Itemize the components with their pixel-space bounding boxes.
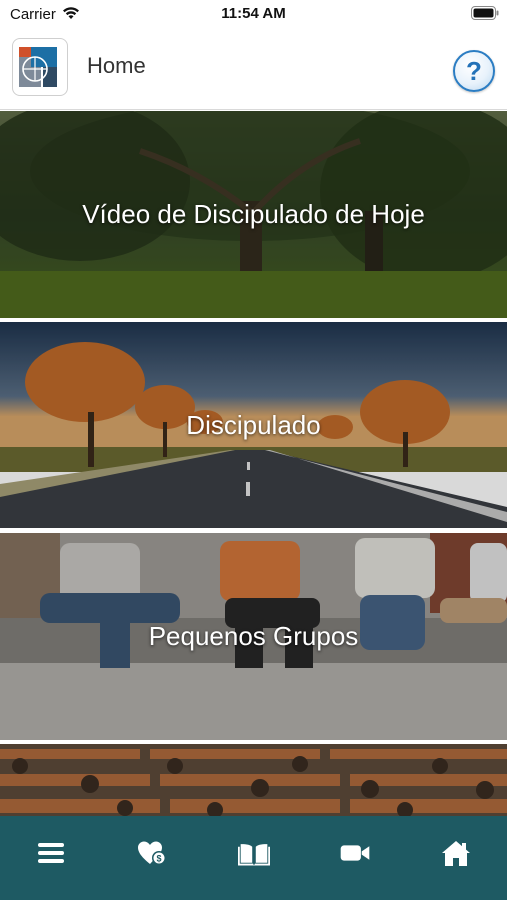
- tile-discipleship[interactable]: Discipulado: [0, 322, 507, 528]
- page-title: Home: [87, 53, 146, 78]
- tile-church-audience[interactable]: [0, 744, 507, 816]
- tab-menu[interactable]: [0, 816, 101, 900]
- battery-icon: [471, 6, 499, 20]
- tile-label: Vídeo de Discipulado de Hoje: [82, 199, 425, 229]
- help-button[interactable]: ?: [453, 50, 495, 92]
- tile-label: Pequenos Grupos: [148, 621, 359, 651]
- video-camera-icon: [340, 845, 370, 861]
- tile-small-groups[interactable]: Pequenos Grupos: [0, 533, 507, 740]
- tab-donate[interactable]: $: [101, 816, 202, 900]
- tile-label: Discipulado: [186, 409, 321, 440]
- app-logo[interactable]: [12, 38, 68, 96]
- tab-home[interactable]: [406, 816, 507, 900]
- clock: 11:54 AM: [221, 5, 286, 22]
- tab-video[interactable]: [304, 816, 405, 900]
- help-icon: ?: [466, 56, 482, 86]
- book-icon: [237, 844, 270, 866]
- home-icon: [442, 841, 471, 866]
- church-audience-image: [0, 744, 507, 816]
- tab-bible[interactable]: [203, 816, 304, 900]
- tab-bar: $: [0, 816, 507, 900]
- svg-text:$: $: [157, 854, 162, 864]
- status-bar: Carrier 11:54 AM: [0, 0, 507, 28]
- app-header: Home ?: [0, 28, 507, 110]
- menu-icon: [37, 843, 64, 863]
- donate-heart-icon: $: [138, 841, 167, 865]
- tile-todays-discipleship-video[interactable]: Vídeo de Discipulado de Hoje: [0, 111, 507, 318]
